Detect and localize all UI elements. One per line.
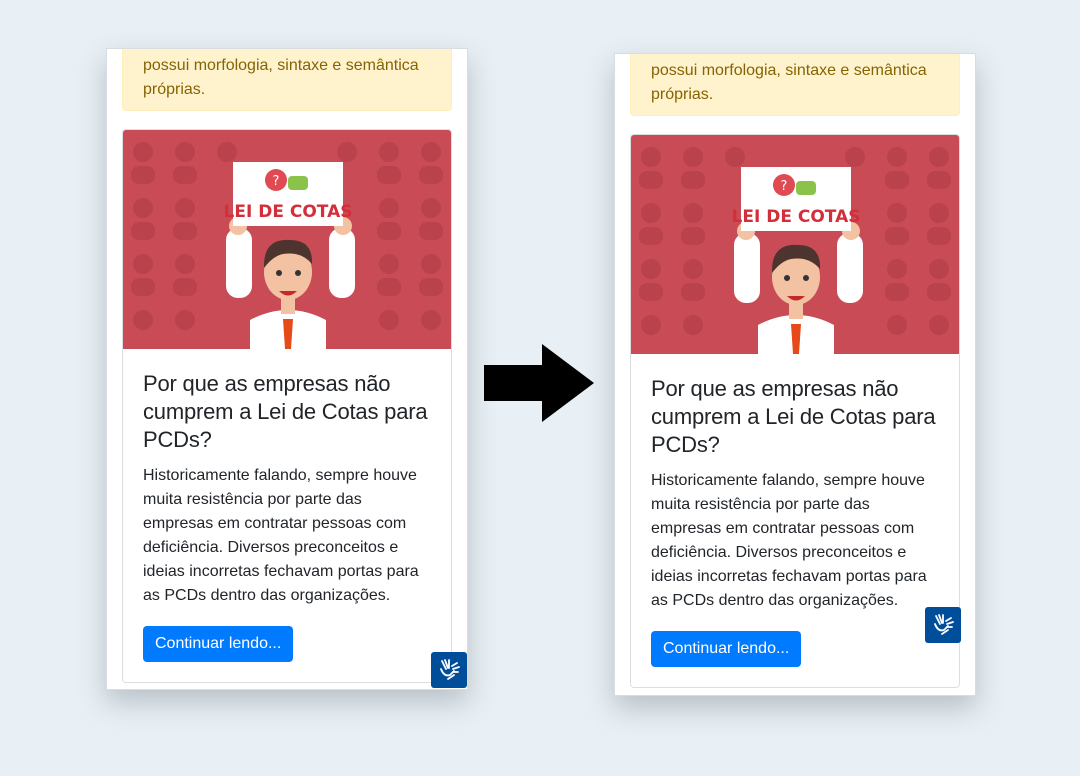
- phone-after: possui morfologia, sintaxe e semântica p…: [614, 53, 976, 696]
- right-arrow-icon: [484, 344, 594, 422]
- continue-reading-button[interactable]: Continuar lendo...: [143, 626, 294, 662]
- card-body: Por que as empresas não cumprem a Lei de…: [651, 375, 941, 667]
- svg-text:LEI DE COTAS: LEI DE COTAS: [732, 207, 861, 227]
- card-text: Historicamente falando, sempre houve mui…: [651, 472, 927, 609]
- sign-language-widget-button[interactable]: [431, 652, 467, 688]
- card-text: Historicamente falando, sempre houve mui…: [143, 467, 419, 604]
- svg-text:?: ?: [781, 179, 788, 194]
- card-title[interactable]: Por que as empresas não cumprem a Lei de…: [143, 370, 433, 454]
- alert-box: possui morfologia, sintaxe e semântica p…: [630, 54, 960, 116]
- continue-reading-button[interactable]: Continuar lendo...: [651, 631, 802, 667]
- svg-text:LEI DE COTAS: LEI DE COTAS: [224, 202, 353, 222]
- lei-de-cotas-illustration[interactable]: ? LEI DE COTAS: [123, 130, 451, 349]
- alert-box: possui morfologia, sintaxe e semântica p…: [122, 49, 452, 111]
- article-card: ? LEI DE COTAS Por que as empresas não c…: [122, 129, 452, 683]
- article-card: ? LEI DE COTAS Por que as empresas não c…: [630, 134, 960, 688]
- sign-language-hands-icon: [440, 659, 460, 680]
- sign-language-hands-icon: [934, 614, 954, 635]
- lei-de-cotas-illustration[interactable]: ? LEI DE COTAS: [631, 135, 959, 354]
- card-title[interactable]: Por que as empresas não cumprem a Lei de…: [651, 375, 941, 459]
- alert-text: possui morfologia, sintaxe e semântica p…: [651, 62, 927, 103]
- card-body: Por que as empresas não cumprem a Lei de…: [143, 370, 433, 662]
- svg-text:?: ?: [273, 174, 280, 189]
- sign-language-widget-button[interactable]: [925, 607, 961, 643]
- phone-before: possui morfologia, sintaxe e semântica p…: [106, 48, 468, 690]
- alert-text: possui morfologia, sintaxe e semântica p…: [143, 57, 419, 98]
